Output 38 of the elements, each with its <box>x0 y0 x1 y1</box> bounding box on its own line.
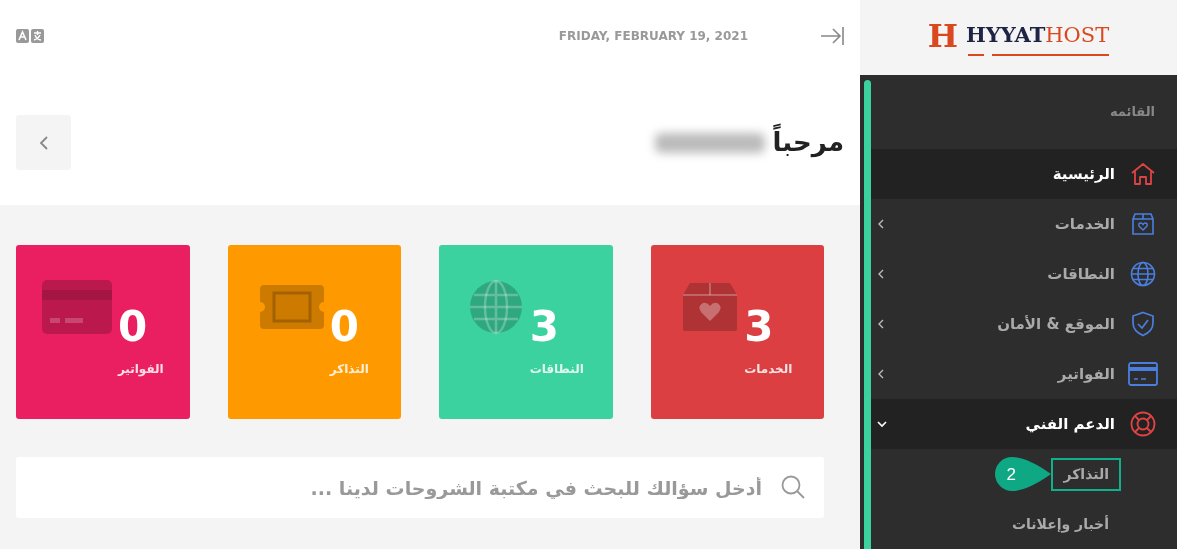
stat-value: 3 <box>529 306 559 348</box>
submenu-item[interactable]: أخبار وإعلانات <box>999 507 1121 541</box>
credit-card-icon <box>1128 362 1158 386</box>
chevron-left-icon <box>37 134 50 151</box>
greeting-text: مرحباً <box>772 123 844 162</box>
submenu-item[interactable]: التذاكر <box>1051 457 1121 491</box>
menu-item[interactable]: النطاقات <box>871 249 1177 299</box>
stat-label: الخدمات <box>744 361 793 378</box>
logo-mark: H <box>927 19 958 52</box>
logo-name: HYYAT <box>966 22 1046 48</box>
menu-item[interactable]: الرئيسية <box>871 149 1177 199</box>
shield-check-icon <box>1131 311 1155 337</box>
logo-suffix: HOST <box>1045 23 1110 48</box>
date-text: FRIDAY, FEBRUARY 19, 2021 <box>558 28 748 45</box>
stat-label: التذاكر <box>329 361 369 378</box>
menu-heading: القائمه <box>1108 103 1156 122</box>
search-field[interactable]: أدخل سؤالك للبحث في مكتبة الشروحات لدينا ... <box>16 457 824 518</box>
lifebuoy-icon <box>1130 411 1156 437</box>
box-heart-icon <box>1131 212 1155 236</box>
callout-number: 2 <box>1006 464 1016 486</box>
ticket-icon <box>259 285 324 329</box>
menu-item[interactable]: الفواتير <box>871 349 1177 399</box>
home-icon <box>1130 162 1156 186</box>
search-icon <box>780 474 806 500</box>
stat-value: 3 <box>744 306 774 348</box>
globe-icon <box>467 279 524 335</box>
globe-icon <box>1130 261 1156 287</box>
box-heart-icon <box>682 281 739 333</box>
menu-item[interactable]: الخدمات <box>871 199 1177 249</box>
stat-label: النطاقات <box>529 361 584 378</box>
credit-card-icon <box>41 280 112 334</box>
menu-item[interactable]: الموقع & الأمان <box>871 299 1177 349</box>
stat-value: 0 <box>329 306 359 348</box>
collapse-icon[interactable] <box>820 26 844 46</box>
menu-item[interactable]: الدعم الفني <box>871 399 1177 449</box>
stat-label: الفواتير <box>117 361 164 378</box>
stat-value: 0 <box>117 306 148 348</box>
translate-icon[interactable] <box>16 29 44 43</box>
